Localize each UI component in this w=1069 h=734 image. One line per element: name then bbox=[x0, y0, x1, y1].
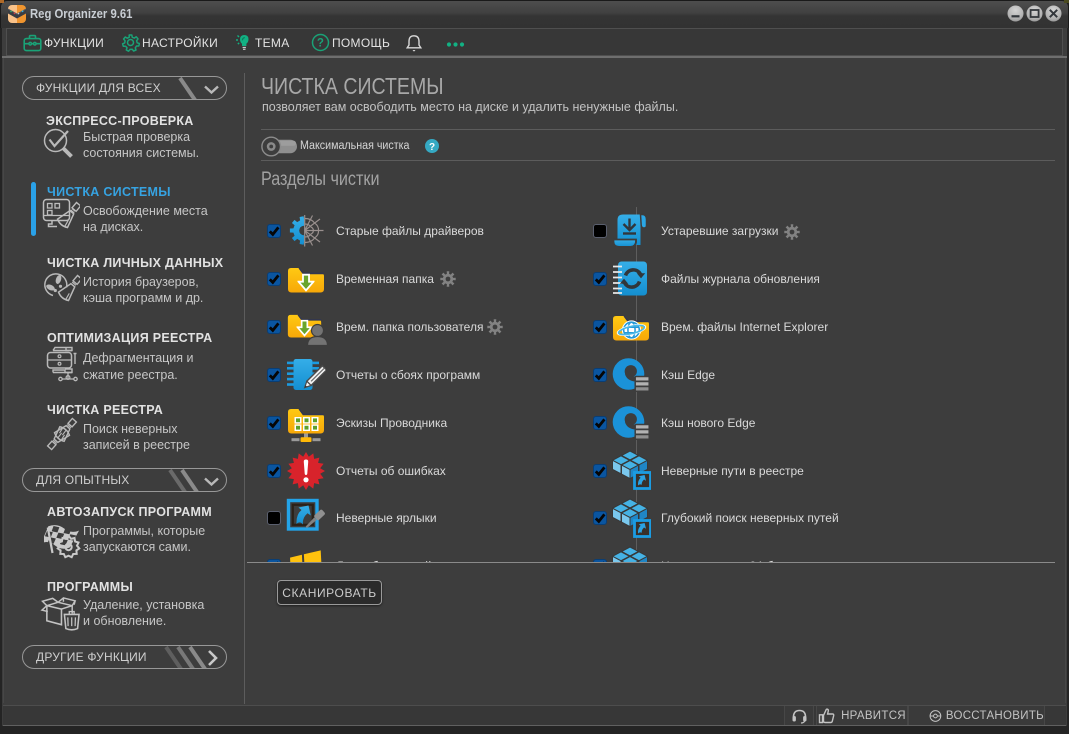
svg-text:?: ? bbox=[429, 142, 435, 153]
